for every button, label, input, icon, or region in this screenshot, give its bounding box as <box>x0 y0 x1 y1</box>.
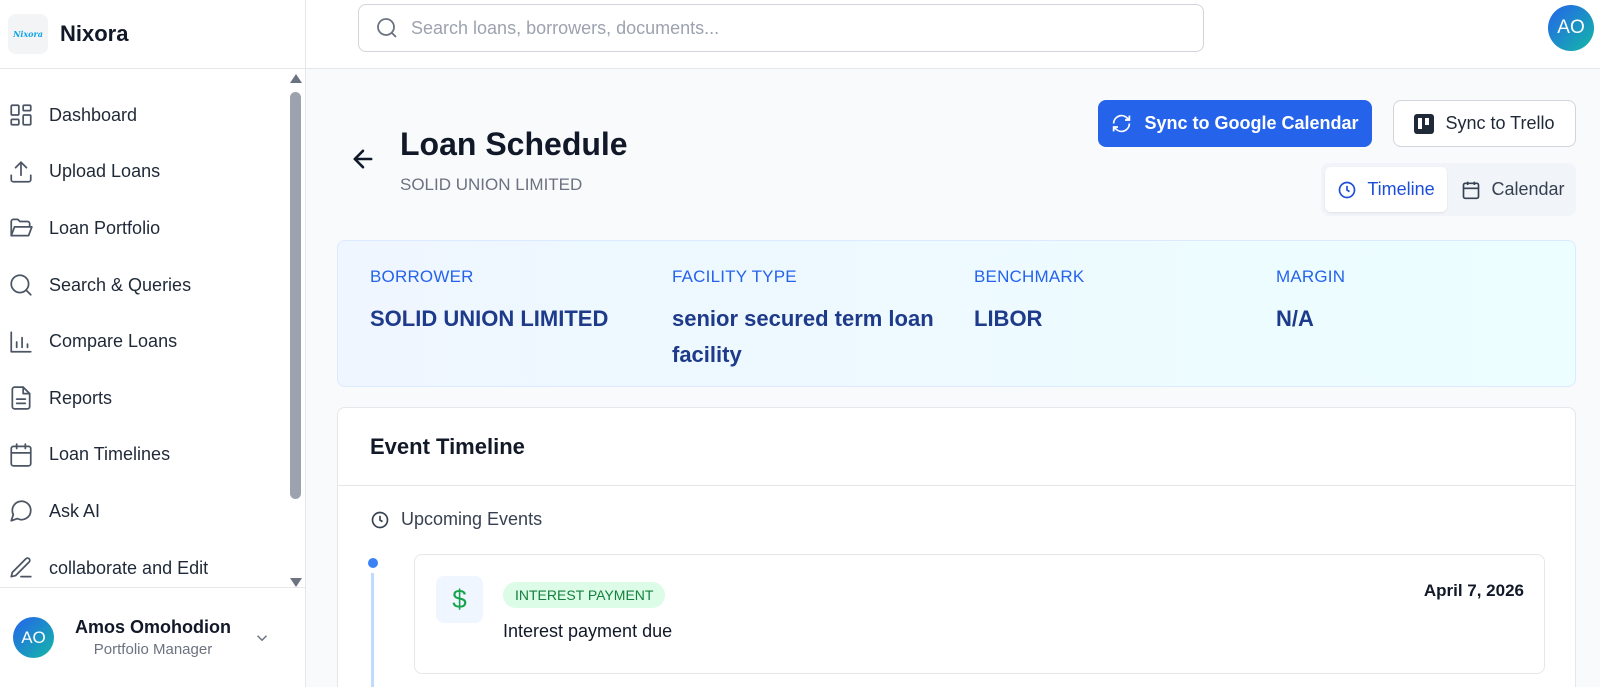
scroll-thumb[interactable] <box>290 92 301 499</box>
sidebar-item-loan-portfolio[interactable]: Loan Portfolio <box>0 200 290 257</box>
sidebar: Nixora Nixora Dashboard Upload Loans Loa… <box>0 0 306 687</box>
chevron-down-icon[interactable] <box>253 629 271 647</box>
calendar-icon <box>1463 181 1480 199</box>
calendar-icon <box>10 443 32 467</box>
sidebar-item-label: Dashboard <box>49 104 138 125</box>
tab-calendar-label: Calendar <box>1491 179 1565 199</box>
sync-google-label: Sync to Google Calendar <box>1144 113 1359 133</box>
refresh-icon <box>1113 114 1131 133</box>
tab-timeline[interactable]: Timeline <box>1325 167 1447 212</box>
search-input[interactable] <box>411 17 1171 39</box>
user-avatar-button[interactable]: AO <box>1548 5 1594 51</box>
sidebar-item-label: Ask AI <box>49 500 101 521</box>
clock-icon <box>1338 181 1356 198</box>
profile-text: Amos Omohodion Portfolio Manager <box>75 617 231 658</box>
event-date: April 7, 2026 <box>1423 581 1524 600</box>
benchmark-label: BENCHMARK <box>974 267 1085 286</box>
sidebar-item-collaborate-edit[interactable]: collaborate and Edit <box>0 540 290 587</box>
sidebar-item-ask-ai[interactable]: Ask AI <box>0 483 290 540</box>
sidebar-item-label: Loan Portfolio <box>49 217 161 238</box>
folder-open-icon <box>10 218 33 237</box>
timeline-dot <box>368 558 378 568</box>
pencil-icon <box>10 557 32 578</box>
event-type-badge: INTEREST PAYMENT <box>503 582 666 608</box>
search-icon <box>10 274 32 296</box>
search-icon <box>377 18 397 38</box>
brand[interactable]: Nixora Nixora <box>0 0 305 69</box>
clock-icon <box>371 511 389 528</box>
trello-icon <box>1414 113 1435 134</box>
sync-google-calendar-button[interactable]: Sync to Google Calendar <box>1098 100 1372 147</box>
tab-timeline-label: Timeline <box>1367 179 1435 199</box>
borrower-value: SOLID UNION LIMITED <box>370 306 609 331</box>
sidebar-item-search-queries[interactable]: Search & Queries <box>0 257 290 314</box>
sidebar-item-label: Reports <box>49 387 113 408</box>
sidebar-item-compare-loans[interactable]: Compare Loans <box>0 313 290 370</box>
back-arrow-icon[interactable] <box>349 145 377 173</box>
app-name: Nixora <box>60 21 129 46</box>
upcoming-events-label: Upcoming Events <box>401 509 543 529</box>
event-timeline-heading: Event Timeline <box>338 408 1575 486</box>
sidebar-item-label: Compare Loans <box>49 331 178 352</box>
upload-icon <box>10 161 32 183</box>
sidebar-item-label: Search & Queries <box>49 274 192 295</box>
facility-type-value: senior secured term loan facility <box>672 306 934 367</box>
benchmark-value: LIBOR <box>974 306 1043 331</box>
margin-label: MARGIN <box>1276 267 1346 286</box>
timeline-event[interactable]: $ INTEREST PAYMENT Interest payment due … <box>414 554 1545 674</box>
search-bar[interactable] <box>358 4 1204 52</box>
loan-info-card: BORROWER SOLID UNION LIMITED FACILITY TY… <box>337 240 1576 387</box>
sidebar-nav: Dashboard Upload Loans Loan Portfolio Se… <box>0 70 290 587</box>
facility-type-field: FACILITY TYPE senior secured term loan f… <box>672 267 942 373</box>
page-title: Loan Schedule <box>400 126 628 162</box>
scroll-down-arrow-icon[interactable] <box>290 578 302 587</box>
benchmark-field: BENCHMARK LIBOR <box>974 267 1244 337</box>
tab-calendar[interactable]: Calendar <box>1453 167 1573 212</box>
user-role: Portfolio Manager <box>93 641 213 658</box>
event-timeline-card: Event Timeline Upcoming Events $ INTERES… <box>337 407 1576 687</box>
sidebar-item-upload-loans[interactable]: Upload Loans <box>0 144 290 201</box>
sidebar-item-label: collaborate and Edit <box>49 557 209 578</box>
chat-bubble-icon <box>10 500 32 523</box>
margin-field: MARGIN N/A <box>1276 267 1546 337</box>
borrower-field: BORROWER SOLID UNION LIMITED <box>370 267 640 337</box>
facility-type-label: FACILITY TYPE <box>672 267 797 286</box>
document-icon <box>11 386 31 410</box>
scroll-up-arrow-icon[interactable] <box>290 74 302 83</box>
bar-chart-icon <box>10 331 32 353</box>
user-name: Amos Omohodion <box>75 617 231 637</box>
upcoming-events-heading: Upcoming Events <box>370 509 542 530</box>
dashboard-icon <box>10 104 32 126</box>
timeline-line <box>371 573 374 687</box>
app-logo: Nixora <box>8 14 48 54</box>
event-title: Interest payment due <box>503 621 673 641</box>
sidebar-item-dashboard[interactable]: Dashboard <box>0 87 290 144</box>
user-profile[interactable]: AO Amos Omohodion Portfolio Manager <box>0 587 305 687</box>
sidebar-item-label: Loan Timelines <box>49 444 171 465</box>
sidebar-scrollbar[interactable] <box>287 72 305 587</box>
sidebar-item-reports[interactable]: Reports <box>0 370 290 427</box>
borrower-label: BORROWER <box>370 267 474 286</box>
sync-trello-label: Sync to Trello <box>1445 113 1555 133</box>
top-bar: AO <box>306 0 1600 69</box>
sidebar-item-loan-timelines[interactable]: Loan Timelines <box>0 427 290 484</box>
avatar: AO <box>13 617 54 658</box>
dollar-icon: $ <box>436 576 483 623</box>
sync-trello-button[interactable]: Sync to Trello <box>1393 100 1576 147</box>
sidebar-item-label: Upload Loans <box>49 161 161 182</box>
page-subtitle: SOLID UNION LIMITED <box>400 175 583 194</box>
view-toggle: Timeline Calendar <box>1321 163 1576 216</box>
margin-value: N/A <box>1276 306 1314 331</box>
